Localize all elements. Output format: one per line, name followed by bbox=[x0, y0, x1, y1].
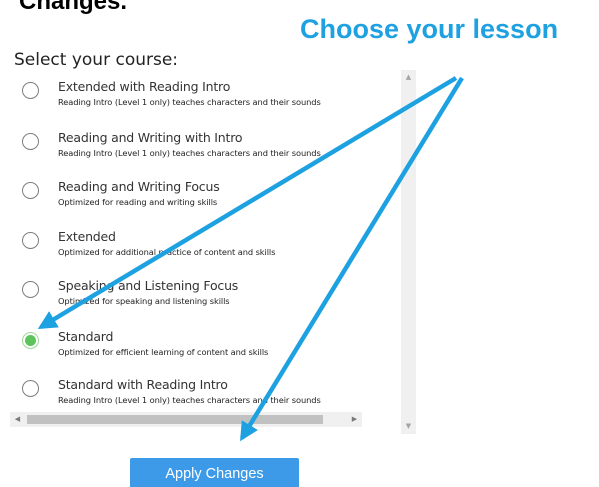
scroll-down-arrow-icon[interactable]: ▼ bbox=[401, 419, 416, 434]
course-list: Extended with Reading Intro Reading Intr… bbox=[10, 70, 416, 434]
radio-button[interactable] bbox=[22, 380, 39, 397]
course-option-label: Reading and Writing with Intro bbox=[58, 130, 243, 145]
radio-button[interactable] bbox=[22, 182, 39, 199]
horizontal-scroll-thumb[interactable] bbox=[27, 415, 323, 424]
course-option-description: Reading Intro (Level 1 only) teaches cha… bbox=[58, 148, 321, 158]
radio-button[interactable] bbox=[22, 82, 39, 99]
course-list-viewport: Extended with Reading Intro Reading Intr… bbox=[10, 70, 401, 412]
horizontal-scrollbar[interactable]: ◀ ▶ bbox=[10, 412, 362, 427]
course-option-description: Optimized for additional practice of con… bbox=[58, 247, 276, 257]
course-option-label: Standard bbox=[58, 329, 114, 344]
scroll-left-arrow-icon[interactable]: ◀ bbox=[10, 412, 25, 427]
course-option-speaking-listening-focus[interactable]: Speaking and Listening Focus Optimized f… bbox=[10, 269, 401, 317]
course-option-description: Optimized for speaking and listening ski… bbox=[58, 296, 230, 306]
radio-button[interactable] bbox=[22, 232, 39, 249]
section-heading: Changes. bbox=[19, 0, 128, 15]
apply-changes-button[interactable]: Apply Changes bbox=[130, 458, 299, 487]
scroll-up-arrow-icon[interactable]: ▲ bbox=[401, 70, 416, 85]
course-option-description: Reading Intro (Level 1 only) teaches cha… bbox=[58, 97, 321, 107]
course-option-label: Extended bbox=[58, 229, 116, 244]
select-course-title: Select your course: bbox=[14, 50, 179, 70]
course-option-reading-writing-focus[interactable]: Reading and Writing Focus Optimized for … bbox=[10, 170, 401, 218]
course-option-extended-reading-intro[interactable]: Extended with Reading Intro Reading Intr… bbox=[10, 70, 401, 118]
course-option-standard-reading-intro[interactable]: Standard with Reading Intro Reading Intr… bbox=[10, 368, 401, 412]
course-option-reading-writing-intro[interactable]: Reading and Writing with Intro Reading I… bbox=[10, 121, 401, 169]
course-option-description: Reading Intro (Level 1 only) teaches cha… bbox=[58, 395, 321, 405]
course-option-extended[interactable]: Extended Optimized for additional practi… bbox=[10, 220, 401, 268]
course-option-description: Optimized for efficient learning of cont… bbox=[58, 347, 269, 357]
course-option-description: Optimized for reading and writing skills bbox=[58, 197, 218, 207]
radio-button[interactable] bbox=[22, 133, 39, 150]
choose-lesson-callout: Choose your lesson bbox=[300, 14, 559, 44]
radio-button[interactable] bbox=[22, 281, 39, 298]
course-option-label: Standard with Reading Intro bbox=[58, 377, 228, 392]
vertical-scrollbar[interactable]: ▲ ▼ bbox=[401, 70, 416, 434]
radio-button-selected[interactable] bbox=[22, 332, 39, 349]
course-option-label: Extended with Reading Intro bbox=[58, 79, 231, 94]
course-option-standard[interactable]: Standard Optimized for efficient learnin… bbox=[10, 320, 401, 368]
course-option-label: Speaking and Listening Focus bbox=[58, 278, 239, 293]
scroll-right-arrow-icon[interactable]: ▶ bbox=[347, 412, 362, 427]
course-option-label: Reading and Writing Focus bbox=[58, 179, 220, 194]
course-settings-page: Changes. Choose your lesson Select your … bbox=[0, 0, 599, 487]
